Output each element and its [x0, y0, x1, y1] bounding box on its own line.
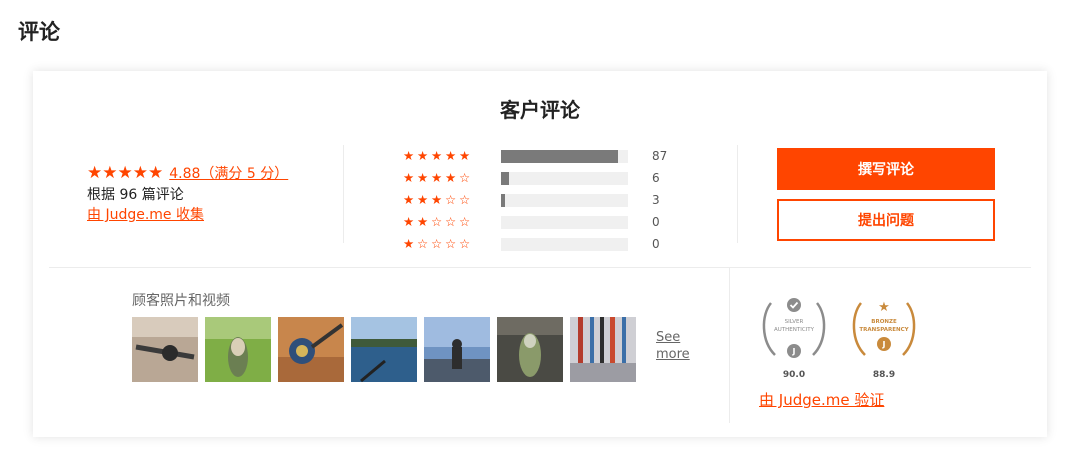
bar-track — [501, 237, 628, 251]
bar-track — [501, 171, 628, 185]
star-empty-icon: ☆ — [431, 235, 443, 251]
histogram-row-5[interactable]: ★ ★ ★ ★ ★ 87 — [403, 145, 667, 167]
bronze-score: 88.9 — [873, 370, 895, 380]
divider — [49, 267, 1031, 268]
star-empty-icon: ☆ — [431, 213, 443, 229]
customer-photo-thumbnail[interactable] — [278, 317, 344, 382]
star-filled-icon: ★ — [403, 235, 415, 251]
stars-5: ★ ★ ★ ★ ★ — [403, 147, 501, 163]
reviews-widget: 客户评论 ★ ★ ★ ★ ★ 4.88（满分 5 分） 根据 96 篇评论 由 … — [33, 71, 1047, 437]
bar-count: 6 — [652, 171, 660, 185]
stars-4: ★ ★ ★ ★ ☆ — [403, 169, 501, 185]
judgeme-logo-letter: J — [792, 347, 796, 356]
ask-question-button[interactable]: 提出问题 — [777, 199, 995, 241]
check-icon — [787, 298, 801, 312]
star-empty-icon: ☆ — [445, 235, 457, 251]
star-filled-icon: ★ — [431, 147, 443, 163]
customer-photo-thumbnail[interactable] — [351, 317, 417, 382]
star-badge-icon: ★ — [878, 300, 890, 315]
customer-photo-thumbnail[interactable] — [497, 317, 563, 382]
star-filled-icon: ★ — [417, 213, 429, 229]
star-filled-icon: ★ — [403, 147, 415, 163]
stars-2: ★ ★ ☆ ☆ ☆ — [403, 213, 501, 229]
bar-track — [501, 215, 628, 229]
star-filled-icon: ★ — [403, 169, 415, 185]
see-more-line-2: more — [656, 347, 690, 362]
bronze-transparency-badge[interactable]: ★ BRONZE TRANSPARENCY J 88.9 — [852, 300, 916, 380]
star-filled-icon: ★ — [417, 147, 429, 163]
star-filled-icon: ★ — [445, 147, 457, 163]
average-rating-link[interactable]: 4.88（满分 5 分） — [169, 163, 288, 183]
judgeme-logo-letter: J — [882, 340, 886, 349]
star-filled-icon: ★ — [417, 169, 429, 185]
star-empty-icon: ☆ — [459, 235, 471, 251]
media-gallery — [132, 317, 636, 382]
star-filled-icon: ★ — [459, 147, 471, 163]
review-count: 根据 96 篇评论 — [87, 187, 184, 203]
page-title: 评论 — [18, 20, 60, 44]
media-title: 顾客照片和视频 — [132, 293, 230, 309]
judgeme-collected-link[interactable]: 由 Judge.me 收集 — [87, 205, 288, 225]
silver-score: 90.0 — [783, 370, 805, 380]
star-filled-icon: ★ — [445, 169, 457, 185]
star-empty-icon: ☆ — [459, 213, 471, 229]
bar-fill — [501, 193, 505, 207]
silver-label-1: SILVER — [785, 319, 804, 325]
card-title: 客户评论 — [500, 98, 580, 122]
divider — [737, 145, 738, 243]
silver-authenticity-badge[interactable]: SILVER AUTHENTICITY J 90.0 — [762, 298, 826, 380]
star-empty-icon: ☆ — [445, 213, 457, 229]
star-icon: ★ — [102, 162, 118, 183]
star-empty-icon: ☆ — [459, 191, 471, 207]
bar-count: 3 — [652, 193, 660, 207]
bronze-label-1: BRONZE — [871, 319, 897, 325]
bar-track — [501, 193, 628, 207]
star-filled-icon: ★ — [431, 169, 443, 185]
bar-count: 0 — [652, 237, 660, 251]
bar-fill — [501, 149, 618, 163]
stars-3: ★ ★ ★ ☆ ☆ — [403, 191, 501, 207]
divider — [343, 145, 344, 243]
see-more-link[interactable]: See more — [656, 329, 690, 363]
star-empty-icon: ☆ — [445, 191, 457, 207]
star-icon: ★ — [132, 162, 148, 183]
star-icon: ★ — [87, 162, 103, 183]
star-filled-icon: ★ — [417, 191, 429, 207]
histogram-row-3[interactable]: ★ ★ ★ ☆ ☆ 3 — [403, 189, 660, 211]
histogram-row-1[interactable]: ★ ☆ ☆ ☆ ☆ 0 — [403, 233, 660, 255]
customer-photo-thumbnail[interactable] — [424, 317, 490, 382]
star-icon: ★ — [117, 162, 133, 183]
histogram-row-2[interactable]: ★ ★ ☆ ☆ ☆ 0 — [403, 211, 660, 233]
stars-1: ★ ☆ ☆ ☆ ☆ — [403, 235, 501, 251]
write-review-button[interactable]: 撰写评论 — [777, 148, 995, 190]
bar-track — [501, 149, 628, 163]
customer-photo-thumbnail[interactable] — [205, 317, 271, 382]
customer-photo-thumbnail[interactable] — [570, 317, 636, 382]
rating-summary: ★ ★ ★ ★ ★ 4.88（满分 5 分） 根据 96 篇评论 由 Judge… — [87, 163, 288, 225]
customer-photo-thumbnail[interactable] — [132, 317, 198, 382]
judgeme-badges: SILVER AUTHENTICITY J 90.0 ★ BRONZE TRAN… — [762, 298, 916, 380]
histogram-row-4[interactable]: ★ ★ ★ ★ ☆ 6 — [403, 167, 660, 189]
star-empty-icon: ☆ — [459, 169, 471, 185]
star-filled-icon: ★ — [403, 213, 415, 229]
star-empty-icon: ☆ — [417, 235, 429, 251]
bronze-label-2: TRANSPARENCY — [859, 327, 909, 333]
see-more-line-1: See — [656, 330, 681, 345]
bar-count: 0 — [652, 215, 660, 229]
star-icon: ★ — [148, 162, 164, 183]
bar-fill — [501, 171, 509, 185]
divider — [729, 267, 730, 423]
bar-count: 87 — [652, 149, 668, 163]
judgeme-verified-link[interactable]: 由 Judge.me 验证 — [759, 389, 884, 410]
silver-label-2: AUTHENTICITY — [774, 327, 815, 333]
star-filled-icon: ★ — [403, 191, 415, 207]
star-filled-icon: ★ — [431, 191, 443, 207]
